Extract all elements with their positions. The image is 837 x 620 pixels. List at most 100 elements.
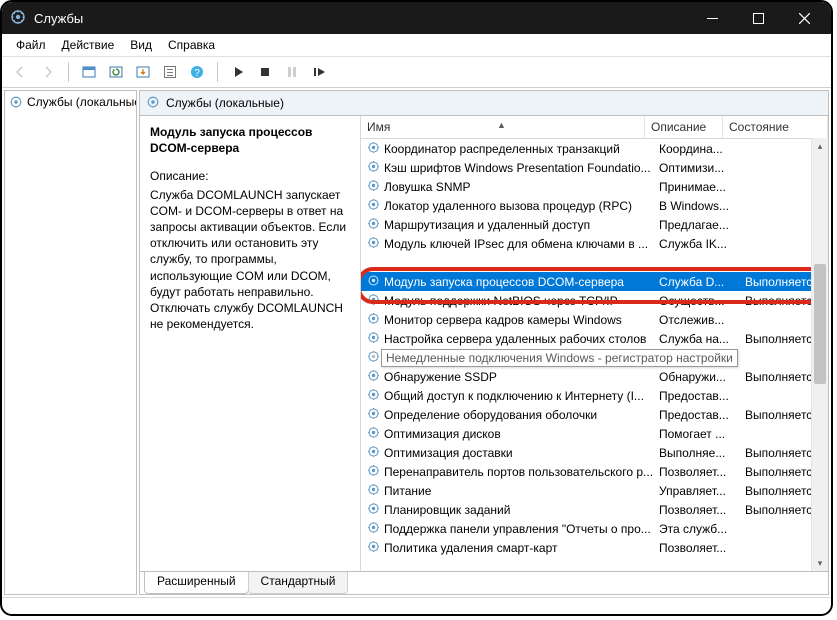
service-row[interactable]: Маршрутизация и удаленный доступ Предлага… <box>361 215 828 234</box>
service-desc: Эта служб... <box>655 522 741 536</box>
service-row[interactable]: Монитор сервера кадров камеры WindowsОтс… <box>361 310 828 329</box>
tab-extended[interactable]: Расширенный <box>144 572 249 594</box>
scrollbar-track[interactable] <box>812 154 828 555</box>
maximize-button[interactable] <box>735 2 781 34</box>
service-row[interactable]: Настройка сервера удаленных рабочих стол… <box>361 329 828 348</box>
service-name: Настройка сервера удаленных рабочих стол… <box>384 332 646 346</box>
status-bar <box>2 597 831 614</box>
list-header: Имя ▲ Описание Состояние <box>361 116 828 139</box>
restart-service-button[interactable] <box>306 59 332 85</box>
menu-view[interactable]: Вид <box>122 36 160 54</box>
main-panel-title: Службы (локальные) <box>166 96 284 110</box>
service-row[interactable]: Политика удаления смарт-картПозволяет... <box>361 538 828 557</box>
service-row[interactable]: Поддержка панели управления "Отчеты о пр… <box>361 519 828 538</box>
column-header-state[interactable]: Состояние <box>723 116 828 138</box>
service-name: Модуль ключей IPsec для обмена ключами в… <box>384 237 648 251</box>
service-desc: Предостав... <box>655 389 741 403</box>
menu-file[interactable]: Файл <box>8 36 54 54</box>
row-tooltip: Немедленные подключения Windows - регист… <box>381 349 738 367</box>
service-name: Оптимизация доставки <box>384 446 513 460</box>
service-row[interactable]: Координатор распределенных транзакцийКоо… <box>361 139 828 158</box>
refresh-button[interactable] <box>103 59 129 85</box>
service-row[interactable]: Модуль ключей IPsec для обмена ключами в… <box>361 234 828 253</box>
pause-service-button[interactable] <box>279 59 305 85</box>
service-row[interactable]: Оптимизация дисков Помогает ... <box>361 424 828 443</box>
scrollbar-thumb[interactable] <box>814 264 826 384</box>
selected-service-row[interactable]: Модуль запуска процессов DCOM-сервера Сл… <box>361 272 822 291</box>
service-name: Координатор распределенных транзакций <box>384 142 620 156</box>
service-list-icon <box>367 293 380 309</box>
service-desc: Принимае... <box>655 180 741 194</box>
view-tabs: Расширенный Стандартный <box>140 571 828 594</box>
detail-service-name: Модуль запуска процессов DCOM-сервера <box>150 124 350 156</box>
close-button[interactable] <box>781 2 827 34</box>
service-list-icon <box>367 407 380 423</box>
service-list-icon <box>367 236 380 252</box>
scroll-down-button[interactable]: ▾ <box>812 555 828 571</box>
services-header-icon <box>146 95 160 112</box>
service-desc: Оптимизи... <box>655 161 741 175</box>
service-list-icon <box>367 274 380 290</box>
menu-action[interactable]: Действие <box>54 36 123 54</box>
service-desc: Позволяет... <box>655 465 741 479</box>
service-list-icon <box>367 388 380 404</box>
tab-standard[interactable]: Стандартный <box>248 572 349 594</box>
service-row[interactable]: Обнаружение SSDPОбнаружи...Выполняетс <box>361 367 828 386</box>
help-button[interactable]: ? <box>184 59 210 85</box>
export-button[interactable] <box>130 59 156 85</box>
service-row[interactable]: Локатор удаленного вызова процедур (RPC)… <box>361 196 828 215</box>
service-list-icon <box>367 521 380 537</box>
service-name: Кэш шрифтов Windows Presentation Foundat… <box>384 161 651 175</box>
service-name: Модуль поддержки NetBIOS через TCP/IP <box>384 294 618 308</box>
service-list-icon <box>367 160 380 176</box>
service-desc: Предостав... <box>655 408 741 422</box>
service-row[interactable]: Перенаправитель портов пользовательского… <box>361 462 828 481</box>
service-list-icon <box>367 312 380 328</box>
service-list-icon <box>367 464 380 480</box>
service-row[interactable]: ПитаниеУправляет...Выполняетс <box>361 481 828 500</box>
service-desc: Управляет... <box>655 484 741 498</box>
service-row[interactable]: Модуль поддержки NetBIOS через TCP/IP Осу… <box>361 291 828 310</box>
service-row[interactable]: Определение оборудования оболочки Предост… <box>361 405 828 424</box>
service-row[interactable]: Планировщик заданийПозволяет...Выполняет… <box>361 500 828 519</box>
service-name: Поддержка панели управления "Отчеты о пр… <box>384 522 651 536</box>
toolbar: ? <box>2 57 831 88</box>
start-service-button[interactable] <box>225 59 251 85</box>
back-button[interactable] <box>8 59 34 85</box>
vertical-scrollbar[interactable]: ▴ ▾ <box>811 138 828 571</box>
minimize-button[interactable] <box>689 2 735 34</box>
service-row[interactable]: Оптимизация доставкиВыполняе...Выполняет… <box>361 443 828 462</box>
services-app-icon <box>10 9 26 28</box>
service-name: Локатор удаленного вызова процедур (RPC) <box>384 199 632 213</box>
menu-help[interactable]: Справка <box>160 36 223 54</box>
service-name: Маршрутизация и удаленный доступ <box>384 218 590 232</box>
item-button[interactable] <box>76 59 102 85</box>
service-name: Политика удаления смарт-карт <box>384 541 558 555</box>
properties-button[interactable] <box>157 59 183 85</box>
service-desc: Помогает ... <box>655 427 741 441</box>
service-list-icon <box>367 540 380 556</box>
service-name: Определение оборудования оболочки <box>384 408 597 422</box>
column-header-description[interactable]: Описание <box>645 116 723 138</box>
menu-bar: Файл Действие Вид Справка <box>2 34 831 57</box>
sidebar-item-label: Службы (локальные) <box>27 95 137 109</box>
service-list-icon <box>367 331 380 347</box>
forward-button[interactable] <box>35 59 61 85</box>
service-row[interactable]: Ловушка SNMPПринимае... <box>361 177 828 196</box>
service-row[interactable]: Кэш шрифтов Windows Presentation Foundat… <box>361 158 828 177</box>
detail-description-text: Служба DCOMLAUNCH запускает COM- и DCOM-… <box>150 187 350 333</box>
service-name: Общий доступ к подключению к Интернету (… <box>384 389 644 403</box>
main-panel-header: Службы (локальные) <box>140 91 828 116</box>
service-desc: Отслежив... <box>655 313 741 327</box>
service-desc: Осуществ... <box>655 294 741 308</box>
service-desc: В Windows... <box>655 199 741 213</box>
stop-service-button[interactable] <box>252 59 278 85</box>
service-list-icon <box>367 483 380 499</box>
service-name: Перенаправитель портов пользовательского… <box>384 465 653 479</box>
service-row[interactable]: Общий доступ к подключению к Интернету (… <box>361 386 828 405</box>
window-title: Службы <box>34 11 689 26</box>
service-desc: Предлагае... <box>655 218 741 232</box>
service-name: Оптимизация дисков <box>384 427 501 441</box>
scroll-up-button[interactable]: ▴ <box>812 138 828 154</box>
sidebar-item-services-local[interactable]: Службы (локальные) <box>7 93 134 111</box>
